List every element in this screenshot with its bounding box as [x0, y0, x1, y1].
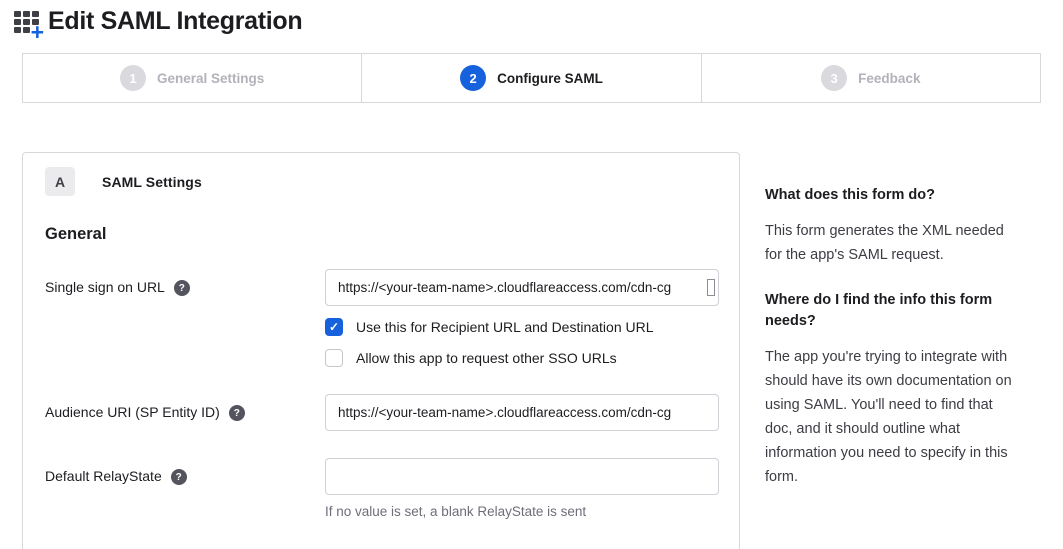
other-sso-check-row: Allow this app to request other SSO URLs — [325, 349, 719, 367]
app-grid-plus-icon: + — [14, 11, 41, 35]
help-sidebar: What does this form do? This form genera… — [765, 152, 1017, 512]
saml-settings-card: A SAML Settings General Single sign on U… — [22, 152, 740, 549]
sso-url-label: Single sign on URL — [45, 279, 165, 295]
other-sso-urls-checkbox[interactable] — [325, 349, 343, 367]
form-row-relay-state: Default RelayState ? If no value is set,… — [45, 458, 739, 519]
relay-state-field-cell: If no value is set, a blank RelayState i… — [325, 458, 719, 519]
recipient-url-checkbox-label: Use this for Recipient URL and Destinati… — [356, 319, 654, 335]
help-icon[interactable]: ? — [174, 280, 190, 296]
page-header: + Edit SAML Integration — [0, 0, 1063, 36]
help-body-where: The app you're trying to integrate with … — [765, 345, 1017, 489]
tab-general-settings[interactable]: 1 General Settings — [23, 54, 361, 102]
relay-state-label-cell: Default RelayState ? — [45, 458, 325, 519]
help-body-what: This form generates the XML needed for t… — [765, 219, 1017, 267]
audience-uri-input[interactable] — [325, 394, 719, 431]
audience-uri-label: Audience URI (SP Entity ID) — [45, 404, 220, 420]
audience-uri-field-cell — [325, 394, 719, 431]
form-row-sso-url: Single sign on URL ? ✓ Use this for Reci… — [45, 269, 739, 367]
page-title: Edit SAML Integration — [48, 7, 302, 36]
help-icon[interactable]: ? — [171, 469, 187, 485]
help-heading-where: Where do I find the info this form needs… — [765, 290, 1017, 332]
sso-url-field-cell: ✓ Use this for Recipient URL and Destina… — [325, 269, 719, 367]
relay-state-label: Default RelayState — [45, 468, 162, 484]
main-content: A SAML Settings General Single sign on U… — [0, 152, 1063, 549]
saml-form: Single sign on URL ? ✓ Use this for Reci… — [45, 269, 739, 519]
group-heading-general: General — [45, 225, 739, 244]
tab-feedback[interactable]: 3 Feedback — [701, 54, 1040, 102]
help-icon[interactable]: ? — [229, 405, 245, 421]
sso-url-label-cell: Single sign on URL ? — [45, 269, 325, 367]
step-number-badge: 2 — [460, 65, 486, 91]
step-number-badge: 1 — [120, 65, 146, 91]
help-heading-what: What does this form do? — [765, 185, 1017, 206]
tab-configure-saml[interactable]: 2 Configure SAML — [361, 54, 700, 102]
plus-glyph: + — [31, 21, 44, 44]
recipient-url-check-row: ✓ Use this for Recipient URL and Destina… — [325, 318, 719, 336]
step-number-badge: 3 — [821, 65, 847, 91]
recipient-url-checkbox[interactable]: ✓ — [325, 318, 343, 336]
single-sign-on-url-input[interactable] — [325, 269, 719, 306]
section-badge: A — [45, 167, 75, 196]
step-tabs: 1 General Settings 2 Configure SAML 3 Fe… — [22, 53, 1041, 103]
step-label: General Settings — [157, 71, 264, 86]
relay-state-helper-text: If no value is set, a blank RelayState i… — [325, 504, 719, 519]
other-sso-urls-checkbox-label: Allow this app to request other SSO URLs — [356, 350, 617, 366]
step-label: Feedback — [858, 71, 920, 86]
step-label: Configure SAML — [497, 71, 603, 86]
default-relay-state-input[interactable] — [325, 458, 719, 495]
section-header: A SAML Settings — [45, 167, 739, 196]
audience-uri-label-cell: Audience URI (SP Entity ID) ? — [45, 394, 325, 431]
form-row-audience-uri: Audience URI (SP Entity ID) ? — [45, 394, 739, 431]
section-title: SAML Settings — [102, 174, 202, 190]
